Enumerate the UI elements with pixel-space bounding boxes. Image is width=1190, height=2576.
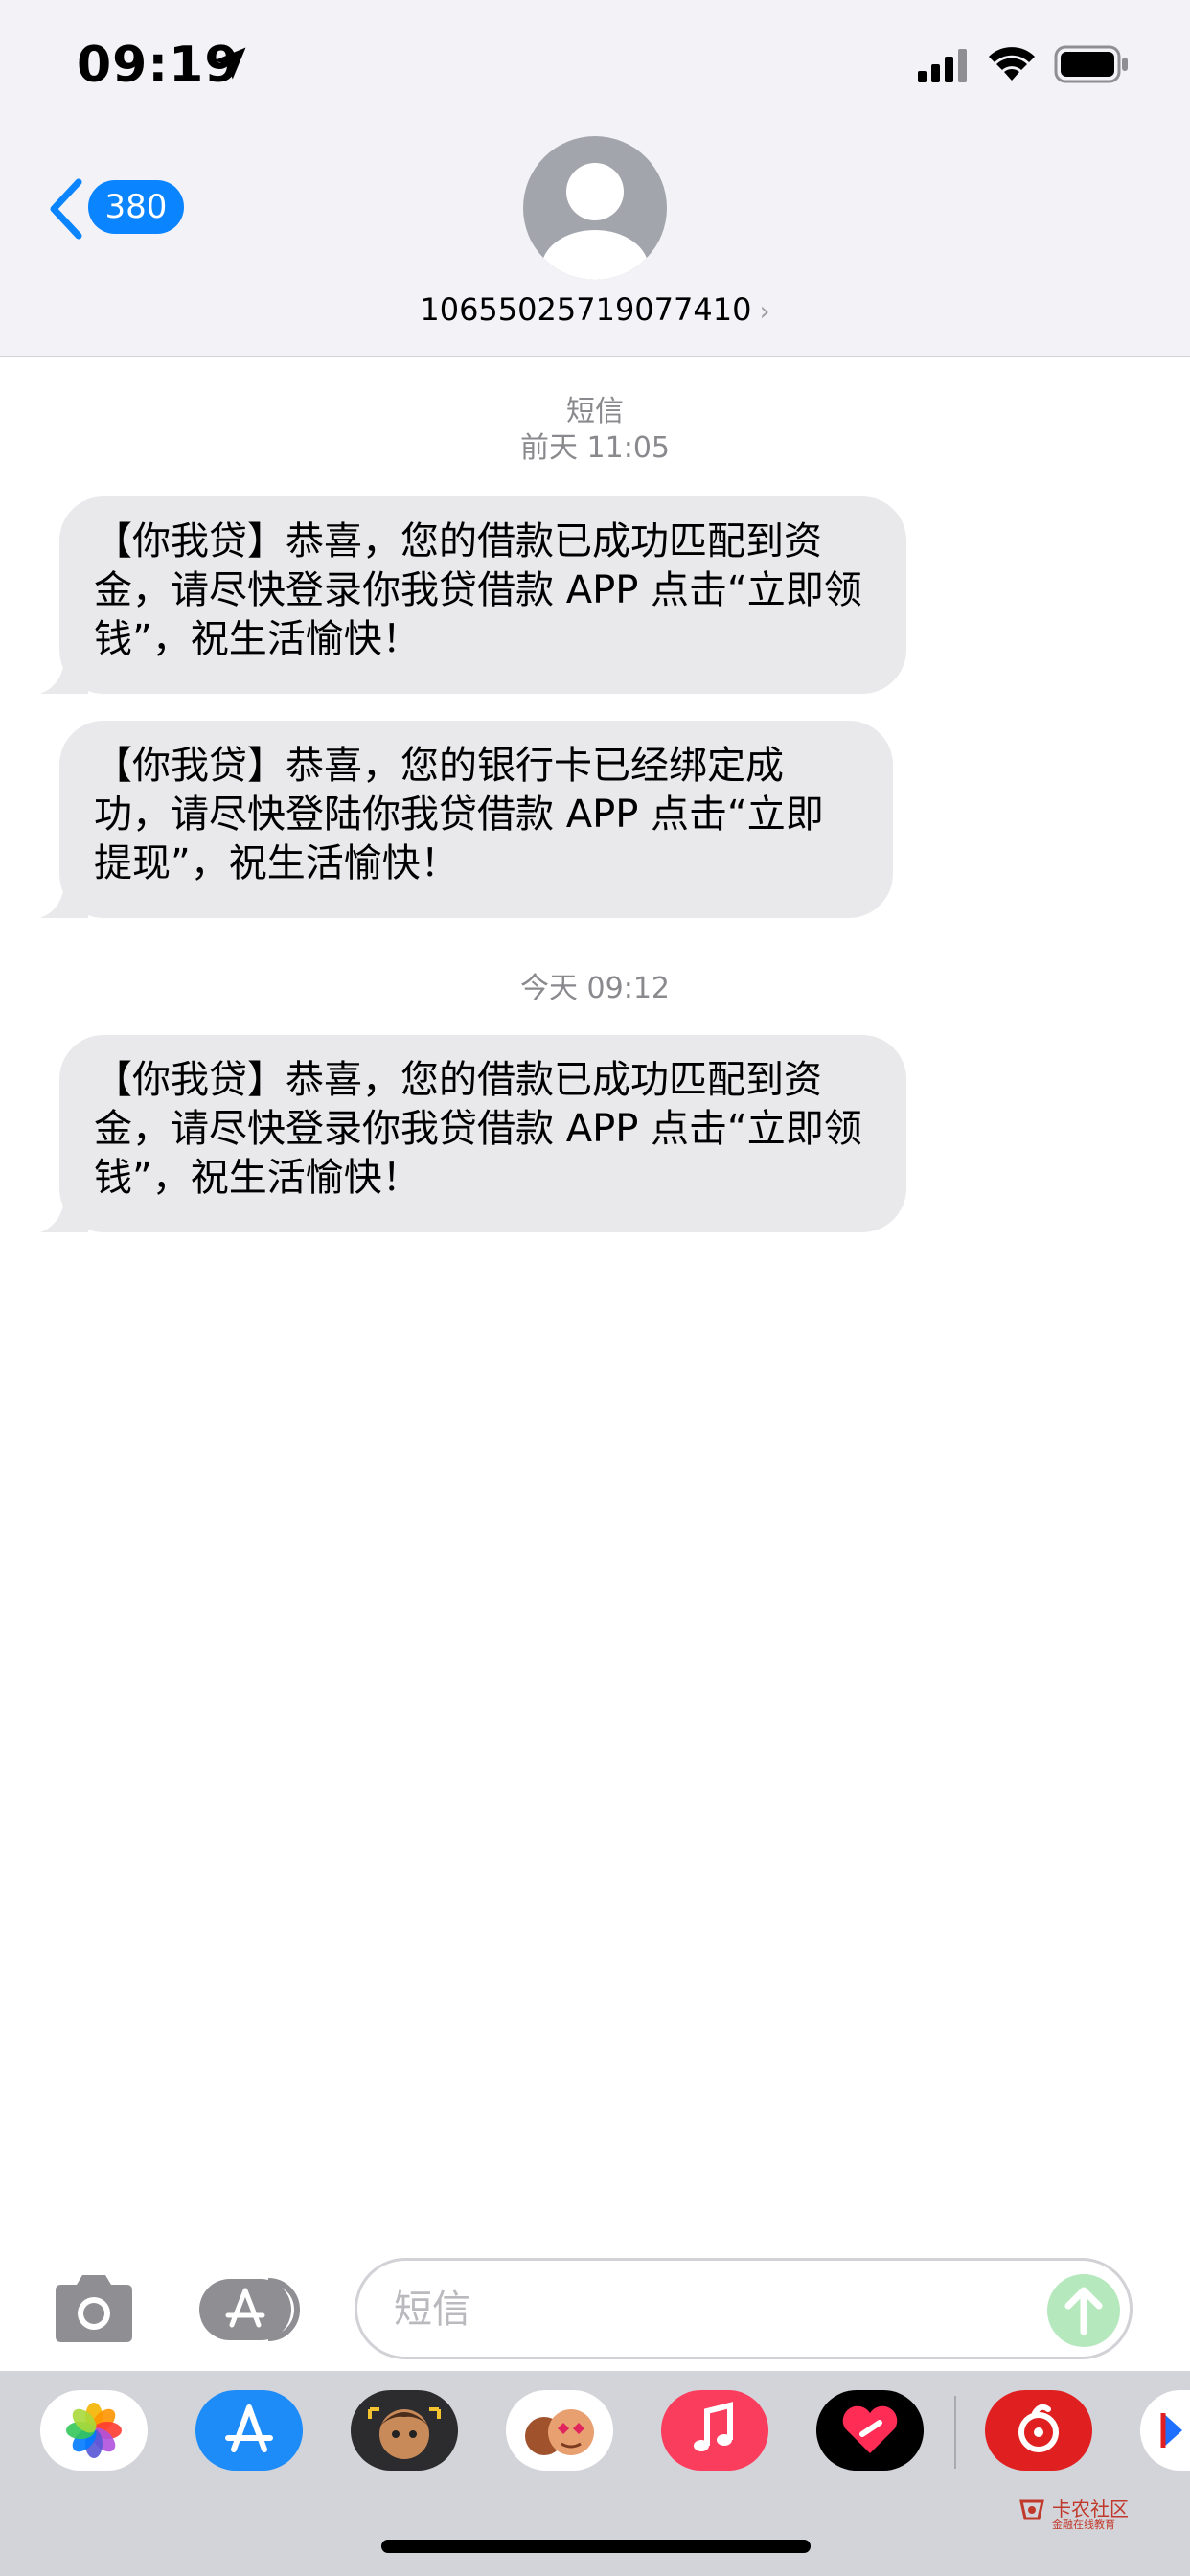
bubble-tail <box>40 650 88 694</box>
music-app-icon[interactable] <box>661 2390 768 2471</box>
bubble-tail <box>40 874 88 918</box>
wifi-icon <box>989 47 1035 80</box>
cellular-signal-icon <box>918 49 967 82</box>
chevron-right-icon: › <box>759 295 770 327</box>
location-arrow-icon <box>214 47 246 80</box>
digital-touch-icon[interactable] <box>816 2390 924 2471</box>
send-button[interactable] <box>1047 2274 1120 2347</box>
back-chevron-icon[interactable] <box>46 178 86 240</box>
arrow-up-icon <box>1064 2287 1103 2335</box>
netease-music-icon[interactable] <box>985 2390 1092 2471</box>
message-text: 【你我贷】恭喜，您的借款已成功匹配到资金，请尽快登录你我贷借款 APP 点击“立… <box>94 519 862 661</box>
conversation-header: 09:19 380 10655025719077410 › <box>0 0 1190 357</box>
photos-app-icon[interactable] <box>40 2390 148 2471</box>
message-bubble[interactable]: 【你我贷】恭喜，您的银行卡已经绑定成功，请尽快登陆你我贷借款 APP 点击“立即… <box>40 721 893 918</box>
animoji-icon[interactable] <box>506 2390 613 2471</box>
memoji-stickers-icon[interactable] <box>351 2390 458 2471</box>
drawer-divider <box>954 2396 956 2469</box>
message-text: 【你我贷】恭喜，您的银行卡已经绑定成功，请尽快登陆你我贷借款 APP 点击“立即… <box>94 744 824 886</box>
app-store-apps-button[interactable] <box>199 2277 307 2342</box>
video-app-icon[interactable] <box>1140 2390 1190 2471</box>
home-indicator[interactable] <box>381 2540 811 2553</box>
app-store-icon[interactable] <box>195 2390 303 2471</box>
message-bubble[interactable]: 【你我贷】恭喜，您的借款已成功匹配到资金，请尽快登录你我贷借款 APP 点击“立… <box>40 496 906 694</box>
message-text: 【你我贷】恭喜，您的借款已成功匹配到资金，请尽快登录你我贷借款 APP 点击“立… <box>94 1058 862 1200</box>
bubble-tail <box>40 1188 88 1232</box>
battery-icon <box>1054 45 1128 83</box>
message-input[interactable] <box>392 2278 1009 2341</box>
contact-avatar[interactable] <box>523 136 667 280</box>
timestamp: 前天 11:05 <box>520 431 670 465</box>
person-icon <box>541 163 649 280</box>
watermark-subtext: 金融在线教育 <box>1052 2518 1115 2531</box>
message-compose-field[interactable] <box>355 2258 1133 2359</box>
watermark-logo: 卡农社区 金融在线教育 <box>1018 2494 1133 2532</box>
back-count-badge[interactable]: 380 <box>88 180 184 234</box>
camera-icon[interactable] <box>50 2273 138 2344</box>
contact-number-text: 10655025719077410 <box>420 291 752 328</box>
service-label: 短信 <box>566 395 624 428</box>
contact-number[interactable]: 10655025719077410 › <box>0 291 1190 328</box>
message-bubble[interactable]: 【你我贷】恭喜，您的借款已成功匹配到资金，请尽快登录你我贷借款 APP 点击“立… <box>40 1035 906 1232</box>
timestamp: 今天 09:12 <box>520 972 670 1005</box>
watermark-icon <box>1019 2499 1044 2520</box>
